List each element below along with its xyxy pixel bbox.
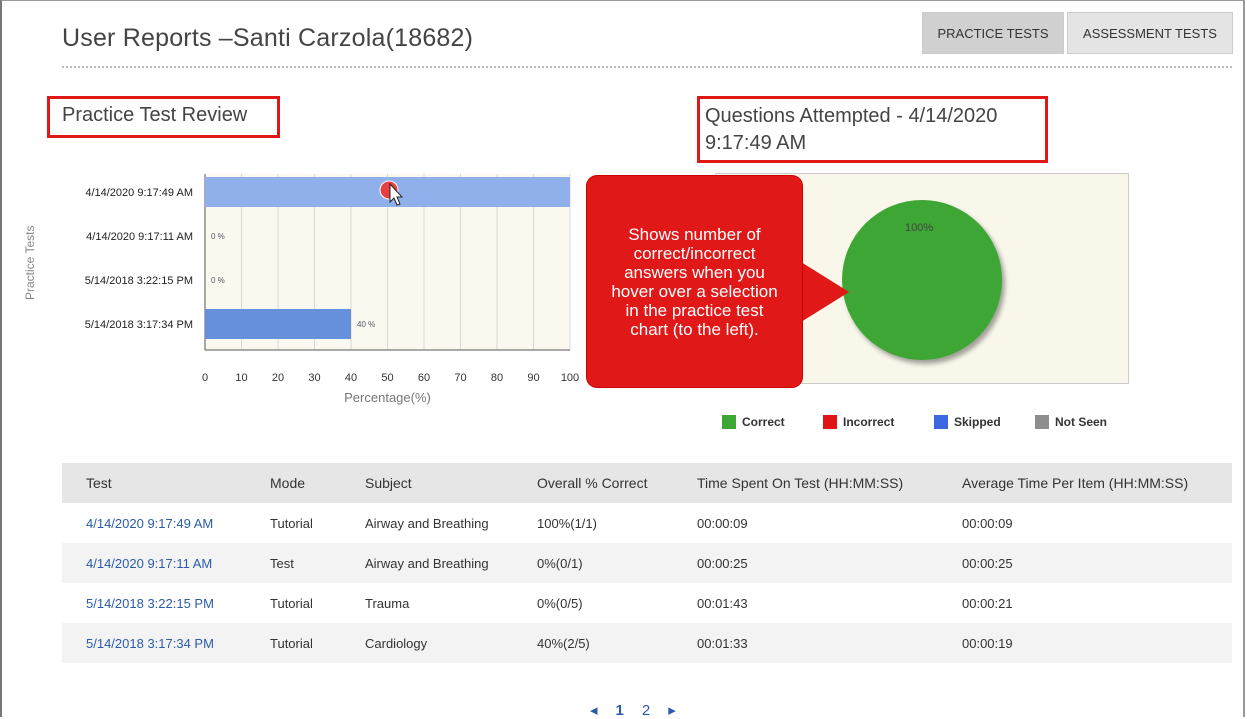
avg-time-cell: 00:00:25 bbox=[962, 543, 1232, 583]
x-tick-label: 0 bbox=[202, 372, 208, 384]
subject-cell: Airway and Breathing bbox=[365, 515, 489, 531]
x-tick-label: 90 bbox=[527, 372, 539, 384]
pagination: ◂ 1 2 ▸ bbox=[590, 701, 676, 719]
legend-label-correct: Correct bbox=[742, 415, 785, 429]
title-divider bbox=[62, 66, 1232, 68]
legend-item-correct: Correct bbox=[722, 415, 785, 429]
table-row: 5/14/2018 3:22:15 PM Tutorial Trauma 0%(… bbox=[62, 583, 1232, 623]
legend-item-not-seen: Not Seen bbox=[1035, 415, 1107, 429]
legend-label-incorrect: Incorrect bbox=[843, 415, 895, 429]
table-row: 4/14/2020 9:17:11 AM Test Airway and Bre… bbox=[62, 543, 1232, 583]
y-category-label: 4/14/2020 9:17:11 AM bbox=[86, 231, 193, 243]
y-category-label: 5/14/2018 3:22:15 PM bbox=[85, 275, 193, 287]
test-link[interactable]: 4/14/2020 9:17:11 AM bbox=[62, 543, 270, 583]
avg-time-cell: 00:00:21 bbox=[962, 595, 1013, 611]
x-tick-label: 40 bbox=[345, 372, 357, 384]
tab-assessment-tests[interactable]: ASSESSMENT TESTS bbox=[1067, 12, 1233, 54]
y-category-label: 5/14/2018 3:17:34 PM bbox=[85, 319, 193, 331]
mode-cell: Test bbox=[270, 543, 365, 583]
pie-slice-label: 100% bbox=[905, 222, 934, 234]
page-2-link[interactable]: 2 bbox=[642, 702, 650, 719]
page-1-link[interactable]: 1 bbox=[616, 702, 624, 719]
legend-item-incorrect: Incorrect bbox=[823, 415, 894, 429]
page-title: User Reports –Santi Carzola(18682) bbox=[62, 24, 474, 52]
legend-swatch-skipped bbox=[934, 415, 948, 429]
legend-swatch-correct bbox=[722, 415, 736, 429]
callout-pointer bbox=[801, 262, 849, 322]
practice-test-bar-chart: 0 10 20 30 40 50 60 70 80 90 100 4/14/2020 9:17:49 … bbox=[85, 174, 579, 405]
bar-data-label: 0 % bbox=[211, 232, 225, 241]
avg-time-cell: 00:00:19 bbox=[962, 623, 1232, 663]
legend-swatch-not-seen bbox=[1035, 415, 1049, 429]
x-tick-label: 30 bbox=[308, 372, 320, 384]
avg-time-cell: 00:00:09 bbox=[962, 515, 1013, 531]
mode-cell: Tutorial bbox=[270, 515, 313, 531]
bar-data-label: 0 % bbox=[211, 276, 225, 285]
test-link[interactable]: 5/14/2018 3:17:34 PM bbox=[62, 623, 270, 663]
col-header-test[interactable]: Test bbox=[62, 463, 270, 503]
table-row: 5/14/2018 3:17:34 PM Tutorial Cardiology… bbox=[62, 623, 1232, 663]
time-spent-cell: 00:01:43 bbox=[697, 595, 748, 611]
x-tick-label: 50 bbox=[381, 372, 393, 384]
x-tick-label: 20 bbox=[272, 372, 284, 384]
overall-correct-cell: 0%(0/5) bbox=[537, 595, 583, 611]
legend-item-skipped: Skipped bbox=[934, 415, 1001, 429]
bar-data-label: 40 % bbox=[357, 320, 375, 329]
time-spent-cell: 00:00:09 bbox=[697, 515, 748, 531]
prev-page-icon[interactable]: ◂ bbox=[590, 701, 598, 719]
questions-attempted-title: Questions Attempted - 4/14/2020 9:17:49 … bbox=[705, 105, 998, 154]
overall-correct-cell: 40%(2/5) bbox=[537, 623, 697, 663]
mode-cell: Tutorial bbox=[270, 623, 365, 663]
test-link[interactable]: 5/14/2018 3:22:15 PM bbox=[62, 583, 270, 623]
time-spent-cell: 00:00:25 bbox=[697, 543, 962, 583]
col-header-time-spent[interactable]: Time Spent On Test (HH:MM:SS) bbox=[697, 463, 962, 503]
test-link[interactable]: 4/14/2020 9:17:49 AM bbox=[62, 503, 270, 543]
practice-review-title: Practice Test Review bbox=[62, 104, 248, 126]
overall-correct-cell: 0%(0/1) bbox=[537, 543, 697, 583]
results-table: Test Mode Subject Overall % Correct Time… bbox=[62, 463, 1232, 663]
x-tick-label: 70 bbox=[454, 372, 466, 384]
time-spent-cell: 00:01:33 bbox=[697, 623, 962, 663]
callout-text: Shows number of correct/incorrect answer… bbox=[611, 224, 778, 339]
x-axis-title: Percentage(%) bbox=[344, 390, 431, 405]
x-tick-label: 60 bbox=[418, 372, 430, 384]
col-header-subject[interactable]: Subject bbox=[365, 463, 537, 503]
x-tick-label: 80 bbox=[491, 372, 503, 384]
next-page-icon[interactable]: ▸ bbox=[668, 701, 676, 719]
subject-cell: Cardiology bbox=[365, 623, 537, 663]
col-header-overall-correct[interactable]: Overall % Correct bbox=[537, 463, 697, 503]
subject-cell: Airway and Breathing bbox=[365, 543, 537, 583]
col-header-mode[interactable]: Mode bbox=[270, 463, 365, 503]
bar[interactable] bbox=[205, 309, 351, 339]
table-header-row: Test Mode Subject Overall % Correct Time… bbox=[62, 463, 1232, 503]
tab-practice-tests[interactable]: PRACTICE TESTS bbox=[922, 12, 1064, 54]
overall-correct-cell: 100%(1/1) bbox=[537, 515, 597, 531]
subject-cell: Trauma bbox=[365, 595, 410, 611]
callout-box: Shows number of correct/incorrect answer… bbox=[587, 176, 802, 387]
x-tick-label: 100 bbox=[561, 372, 579, 384]
col-header-avg-time[interactable]: Average Time Per Item (HH:MM:SS) bbox=[962, 463, 1232, 503]
legend-label-not-seen: Not Seen bbox=[1055, 415, 1108, 429]
mode-cell: Tutorial bbox=[270, 595, 313, 611]
legend-label-skipped: Skipped bbox=[954, 415, 1001, 429]
table-row: 4/14/2020 9:17:49 AM Tutorial Airway and… bbox=[62, 503, 1232, 543]
x-tick-label: 10 bbox=[235, 372, 247, 384]
legend-swatch-incorrect bbox=[823, 415, 837, 429]
y-category-label: 4/14/2020 9:17:49 AM bbox=[85, 187, 193, 199]
